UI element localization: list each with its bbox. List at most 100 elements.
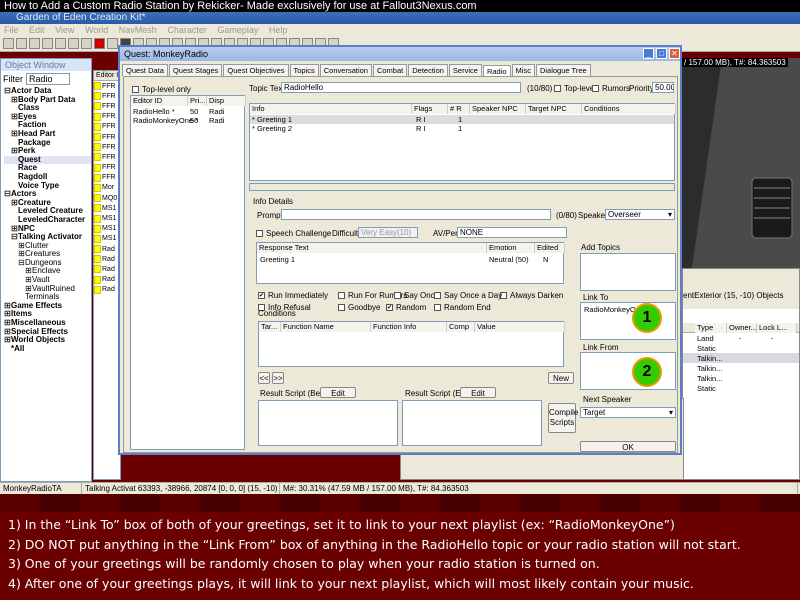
info-list[interactable]: Info Flags # R Speaker NPC Target NPC Co… (249, 103, 676, 181)
render-window[interactable]: / 157.00 MB), T#: 84.363503 (682, 58, 800, 268)
list-item[interactable]: FFR (94, 173, 120, 183)
tab-misc[interactable]: Misc (511, 64, 535, 76)
tree-item[interactable]: Class (4, 104, 91, 113)
list-item[interactable]: FFR (94, 132, 120, 142)
target-header[interactable]: Tar... (259, 322, 281, 332)
priority-input[interactable]: 50.00 (652, 82, 674, 93)
tree-item[interactable]: ⊞Eyes (4, 113, 91, 122)
list-item[interactable]: Rad (94, 254, 120, 264)
close-icon[interactable]: ✕ (669, 48, 680, 59)
tree-item[interactable]: Leveled Creature (4, 207, 91, 216)
flag-checkbox[interactable] (338, 292, 345, 300)
expand-icon[interactable]: ⊞ (4, 310, 11, 319)
flag-checkbox[interactable] (338, 304, 345, 312)
toolbar-button[interactable] (55, 38, 66, 49)
info-header[interactable]: Info (250, 104, 412, 114)
tree-item[interactable]: ⊟Talking Activator (4, 233, 91, 242)
conditions-list[interactable]: Tar... Function Name Function Info Comp … (258, 321, 565, 367)
expand-icon[interactable]: ⊟ (18, 259, 25, 268)
tree-item[interactable]: ⊞Perk (4, 147, 91, 156)
table-row[interactable]: Land - - (683, 333, 799, 343)
toolbar-button[interactable] (81, 38, 92, 49)
compile-scripts-button[interactable]: Compile Scripts (548, 403, 578, 433)
tree-item[interactable]: Ragdoll (4, 173, 91, 182)
rumors-checkbox[interactable] (592, 85, 599, 93)
tree-item[interactable]: ⊞Miscellaneous (4, 319, 91, 328)
tree-item[interactable]: ⊟Actor Data (4, 87, 91, 96)
list-item[interactable]: MQ0 (94, 193, 120, 203)
object-list[interactable]: Editor I FFR FFR FFR FFR FFR FFR FFR FFR FFR FFR M… (93, 70, 121, 480)
minimize-icon[interactable]: _ (643, 48, 654, 59)
tree-item[interactable]: ⊞Items (4, 310, 91, 319)
filter-input[interactable] (26, 73, 70, 85)
tree-item[interactable]: Faction (4, 121, 91, 130)
expand-icon[interactable]: ⊞ (4, 336, 11, 345)
topic-row[interactable]: RadioMonkeyOne * 50 Radi (131, 116, 244, 125)
avperk-select[interactable]: NONE (457, 227, 567, 238)
top-level-checkbox[interactable] (554, 85, 561, 93)
info-row[interactable]: * Greeting 2 R I 1 (250, 124, 674, 133)
flags-header[interactable]: Flags (412, 104, 448, 114)
toolbar-button[interactable] (16, 38, 27, 49)
list-item[interactable]: Rad (94, 275, 120, 285)
list-item[interactable]: MS1 (94, 234, 120, 244)
expand-icon[interactable]: ⊟ (11, 233, 18, 242)
next-speaker-select[interactable]: Target ▾ (580, 407, 676, 418)
result-end-script[interactable] (402, 400, 542, 446)
tree-item[interactable]: ⊞Clutter (4, 242, 91, 251)
flag-checkbox[interactable]: ✔ (386, 304, 393, 312)
speaker-select[interactable]: Overseer ▾ (605, 209, 675, 220)
owner-column-header[interactable]: Owner... (727, 323, 757, 333)
expand-icon[interactable]: ⊞ (11, 130, 18, 139)
tree-item[interactable]: ⊞Game Effects (4, 302, 91, 311)
menu-file[interactable]: File (4, 25, 19, 35)
edited-header[interactable]: Edited (535, 243, 565, 253)
expand-icon[interactable]: ⊞ (11, 96, 18, 105)
ok-button[interactable]: OK (580, 441, 676, 452)
menu-view[interactable]: View (55, 25, 74, 35)
tree-item[interactable]: ⊟Dungeons (4, 259, 91, 268)
expand-icon[interactable]: ⊞ (4, 319, 11, 328)
tree-item[interactable]: ⊞Head Part (4, 130, 91, 139)
expand-icon[interactable]: ⊞ (11, 199, 18, 208)
tree-item[interactable]: ⊞Enclave (4, 267, 91, 276)
menu-help[interactable]: Help (269, 25, 288, 35)
tree-item[interactable]: Race (4, 164, 91, 173)
expand-icon[interactable]: ⊞ (11, 113, 18, 122)
comp-header[interactable]: Comp (447, 322, 475, 332)
r-count-header[interactable]: # R (448, 104, 470, 114)
maximize-icon[interactable]: □ (656, 48, 667, 59)
tab-quest-objectives[interactable]: Quest Objectives (223, 64, 289, 76)
toplevel-only-checkbox[interactable] (132, 86, 139, 94)
priority-header[interactable]: Pri... (188, 96, 207, 106)
flag-checkbox[interactable] (434, 292, 441, 300)
expand-icon[interactable]: ⊞ (25, 276, 32, 285)
toolbar-button[interactable] (42, 38, 53, 49)
topic-text-input[interactable]: RadioHello (281, 82, 521, 93)
tab-topics[interactable]: Topics (289, 64, 319, 76)
object-tree[interactable]: ⊟Actor Data ⊞Body Part Data Class ⊞Eyes Fact… (1, 87, 91, 353)
topic-list[interactable]: Editor ID Pri... Disp RadioHello * 50 Radi… (130, 95, 246, 450)
toolbar-button[interactable] (94, 38, 105, 49)
expand-icon[interactable]: ⊞ (25, 285, 32, 294)
list-item[interactable]: MS1 (94, 224, 120, 234)
flag-checkbox[interactable] (434, 304, 441, 312)
list-item[interactable]: Mor (94, 183, 120, 193)
tab-combat[interactable]: Combat (372, 64, 408, 76)
lock-column-header[interactable]: Lock L... (757, 323, 797, 333)
expand-icon[interactable]: ⊞ (11, 225, 18, 234)
tab-quest-stages[interactable]: Quest Stages (168, 64, 223, 76)
table-row[interactable]: Static (683, 343, 799, 353)
tree-item[interactable]: ⊞Special Effects (4, 328, 91, 337)
list-item[interactable]: FFR (94, 142, 120, 152)
list-item[interactable]: Rad (94, 264, 120, 274)
tab-dialogue-tree[interactable]: Dialogue Tree (535, 64, 591, 76)
menu-edit[interactable]: Edit (29, 25, 45, 35)
new-condition-button[interactable]: New (548, 372, 574, 384)
response-text[interactable]: Greeting 1 (260, 255, 295, 264)
list-item[interactable]: Rad (94, 244, 120, 254)
tree-item[interactable]: Voice Type (4, 182, 91, 191)
tree-item[interactable]: ⊞Creature (4, 199, 91, 208)
table-row[interactable]: Talkin... (683, 353, 799, 363)
tree-item[interactable]: ⊞Creatures (4, 250, 91, 259)
